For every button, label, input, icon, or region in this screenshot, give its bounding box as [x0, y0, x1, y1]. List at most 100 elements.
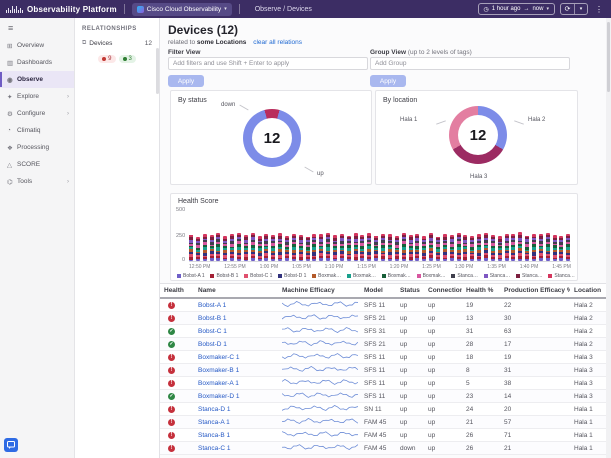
sidebar-item-climatiq[interactable]: ◔Climatiq	[0, 122, 74, 139]
stacked-bar[interactable]	[525, 235, 529, 261]
device-name-link[interactable]: Bobst-A 1	[198, 302, 226, 309]
device-name-link[interactable]: Boxmaker-B 1	[198, 367, 239, 374]
device-name-link[interactable]: Stanca-B 1	[198, 432, 230, 439]
sidebar-item-tools[interactable]: ⌬Tools›	[0, 173, 74, 190]
refresh-options-chevron-icon[interactable]: ▾	[574, 4, 587, 14]
stacked-bar[interactable]	[484, 233, 488, 261]
stacked-bar[interactable]	[553, 235, 557, 261]
column-header-model[interactable]: Model	[360, 287, 396, 294]
stacked-bar[interactable]	[388, 234, 392, 261]
stacked-bar[interactable]	[395, 236, 399, 261]
stacked-bar[interactable]	[436, 236, 440, 261]
device-name-link[interactable]: Stanca-C 1	[198, 445, 231, 452]
sidebar-item-configure[interactable]: ⚙Configure›	[0, 105, 74, 122]
stacked-bar[interactable]	[546, 233, 550, 261]
column-header-connection[interactable]: Connection	[424, 287, 462, 294]
stacked-bar[interactable]	[203, 234, 207, 261]
stacked-bar[interactable]	[299, 235, 303, 261]
stacked-bar[interactable]	[292, 234, 296, 261]
stacked-bar[interactable]	[374, 235, 378, 261]
device-name-link[interactable]: Boxmaker-C 1	[198, 354, 240, 361]
stacked-bar[interactable]	[347, 236, 351, 261]
sidebar-item-score[interactable]: △SCORE	[0, 156, 74, 173]
column-header-production-efficacy-[interactable]: Production Efficacy %	[500, 287, 570, 294]
device-name-link[interactable]: Boxmaker-D 1	[198, 393, 240, 400]
stacked-bar[interactable]	[429, 233, 433, 261]
stacked-bar[interactable]	[312, 234, 316, 261]
page-scrollbar[interactable]	[606, 18, 611, 458]
column-header-health[interactable]: Health	[160, 287, 194, 294]
stacked-bar[interactable]	[264, 234, 268, 261]
legend-item[interactable]: Bobst-D 1	[278, 273, 306, 279]
column-header-health-[interactable]: Health %	[462, 287, 500, 294]
stacked-bar[interactable]	[333, 235, 337, 261]
group-apply-button[interactable]: Apply	[370, 75, 406, 87]
overflow-menu-icon[interactable]: ⋮	[593, 5, 605, 14]
relationships-entity-row[interactable]: ⧉ Devices 12	[75, 38, 159, 49]
stacked-bar[interactable]	[559, 236, 563, 261]
breadcrumb-section[interactable]: Observe	[255, 6, 281, 13]
stacked-bar[interactable]	[306, 236, 310, 261]
sidebar-item-overview[interactable]: ⊞Overview	[0, 37, 74, 54]
location-donut-chart[interactable]: 12	[449, 106, 507, 164]
column-header-name[interactable]: Name	[194, 287, 278, 294]
assistant-button[interactable]	[4, 438, 18, 452]
legend-item[interactable]: Bobst-A 1	[177, 273, 205, 279]
stacked-bar[interactable]	[505, 234, 509, 261]
stacked-bar[interactable]	[477, 234, 481, 261]
health-badge-0[interactable]: 9	[98, 55, 115, 63]
stacked-bar[interactable]	[518, 232, 522, 261]
time-range-picker[interactable]: ◷ 1 hour ago → now ▾	[478, 3, 555, 15]
column-header-location[interactable]: Location	[570, 287, 611, 294]
stacked-bar[interactable]	[237, 233, 241, 261]
stacked-bar[interactable]	[470, 236, 474, 261]
stacked-bar[interactable]	[196, 237, 200, 261]
legend-item[interactable]: Boxmak…	[347, 273, 376, 279]
legend-item[interactable]: Boxmak…	[382, 273, 411, 279]
legend-item[interactable]: Stanca…	[451, 273, 478, 279]
sidebar-item-dashboards[interactable]: ▥Dashboards	[0, 54, 74, 71]
stacked-bar[interactable]	[443, 234, 447, 261]
stacked-bar[interactable]	[216, 233, 220, 261]
legend-item[interactable]: Boxmak…	[312, 273, 341, 279]
filter-apply-button[interactable]: Apply	[168, 75, 204, 87]
refresh-icon[interactable]: ⟳	[561, 4, 574, 14]
stacked-bar[interactable]	[367, 233, 371, 261]
stacked-bar[interactable]	[539, 234, 543, 261]
group-input[interactable]	[370, 57, 570, 70]
column-header-status[interactable]: Status	[396, 287, 424, 294]
app-switcher-dropdown[interactable]: Cisco Cloud Observability ▾	[132, 3, 232, 16]
sidebar-item-processing[interactable]: ❖Processing	[0, 139, 74, 156]
stacked-bar[interactable]	[244, 235, 248, 261]
scrollbar-thumb[interactable]	[607, 22, 610, 92]
stacked-bar[interactable]	[409, 235, 413, 261]
stacked-bar[interactable]	[230, 234, 234, 261]
stacked-bar[interactable]	[258, 236, 262, 261]
sidebar-item-explore[interactable]: ✦Explore›	[0, 88, 74, 105]
stacked-bar[interactable]	[402, 233, 406, 261]
legend-item[interactable]: Bobst-B 1	[210, 273, 238, 279]
health-score-stacked-bars[interactable]	[189, 210, 571, 262]
legend-item[interactable]: Bobst-C 1	[244, 273, 272, 279]
legend-item[interactable]: Stanca…	[516, 273, 543, 279]
stacked-bar[interactable]	[271, 235, 275, 261]
device-name-link[interactable]: Stanca-A 1	[198, 419, 230, 426]
legend-item[interactable]: Boxmak…	[417, 273, 446, 279]
stacked-bar[interactable]	[251, 233, 255, 261]
stacked-bar[interactable]	[223, 236, 227, 261]
stacked-bar[interactable]	[319, 234, 323, 261]
stacked-bar[interactable]	[326, 233, 330, 261]
legend-item[interactable]: Stanca…	[484, 273, 511, 279]
stacked-bar[interactable]	[566, 234, 570, 261]
device-name-link[interactable]: Stanca-D 1	[198, 406, 231, 413]
stacked-bar[interactable]	[285, 236, 289, 261]
stacked-bar[interactable]	[450, 235, 454, 261]
legend-item[interactable]: Stanca…	[548, 273, 575, 279]
collapse-menu-icon[interactable]: ≡	[0, 18, 74, 37]
clear-all-relations-link[interactable]: clear all relations	[253, 39, 302, 46]
device-name-link[interactable]: Bobst-D 1	[198, 341, 227, 348]
stacked-bar[interactable]	[498, 236, 502, 261]
sidebar-item-observe[interactable]: ◉Observe	[0, 71, 74, 88]
stacked-bar[interactable]	[415, 234, 419, 261]
status-donut-chart[interactable]: 12	[243, 109, 301, 167]
